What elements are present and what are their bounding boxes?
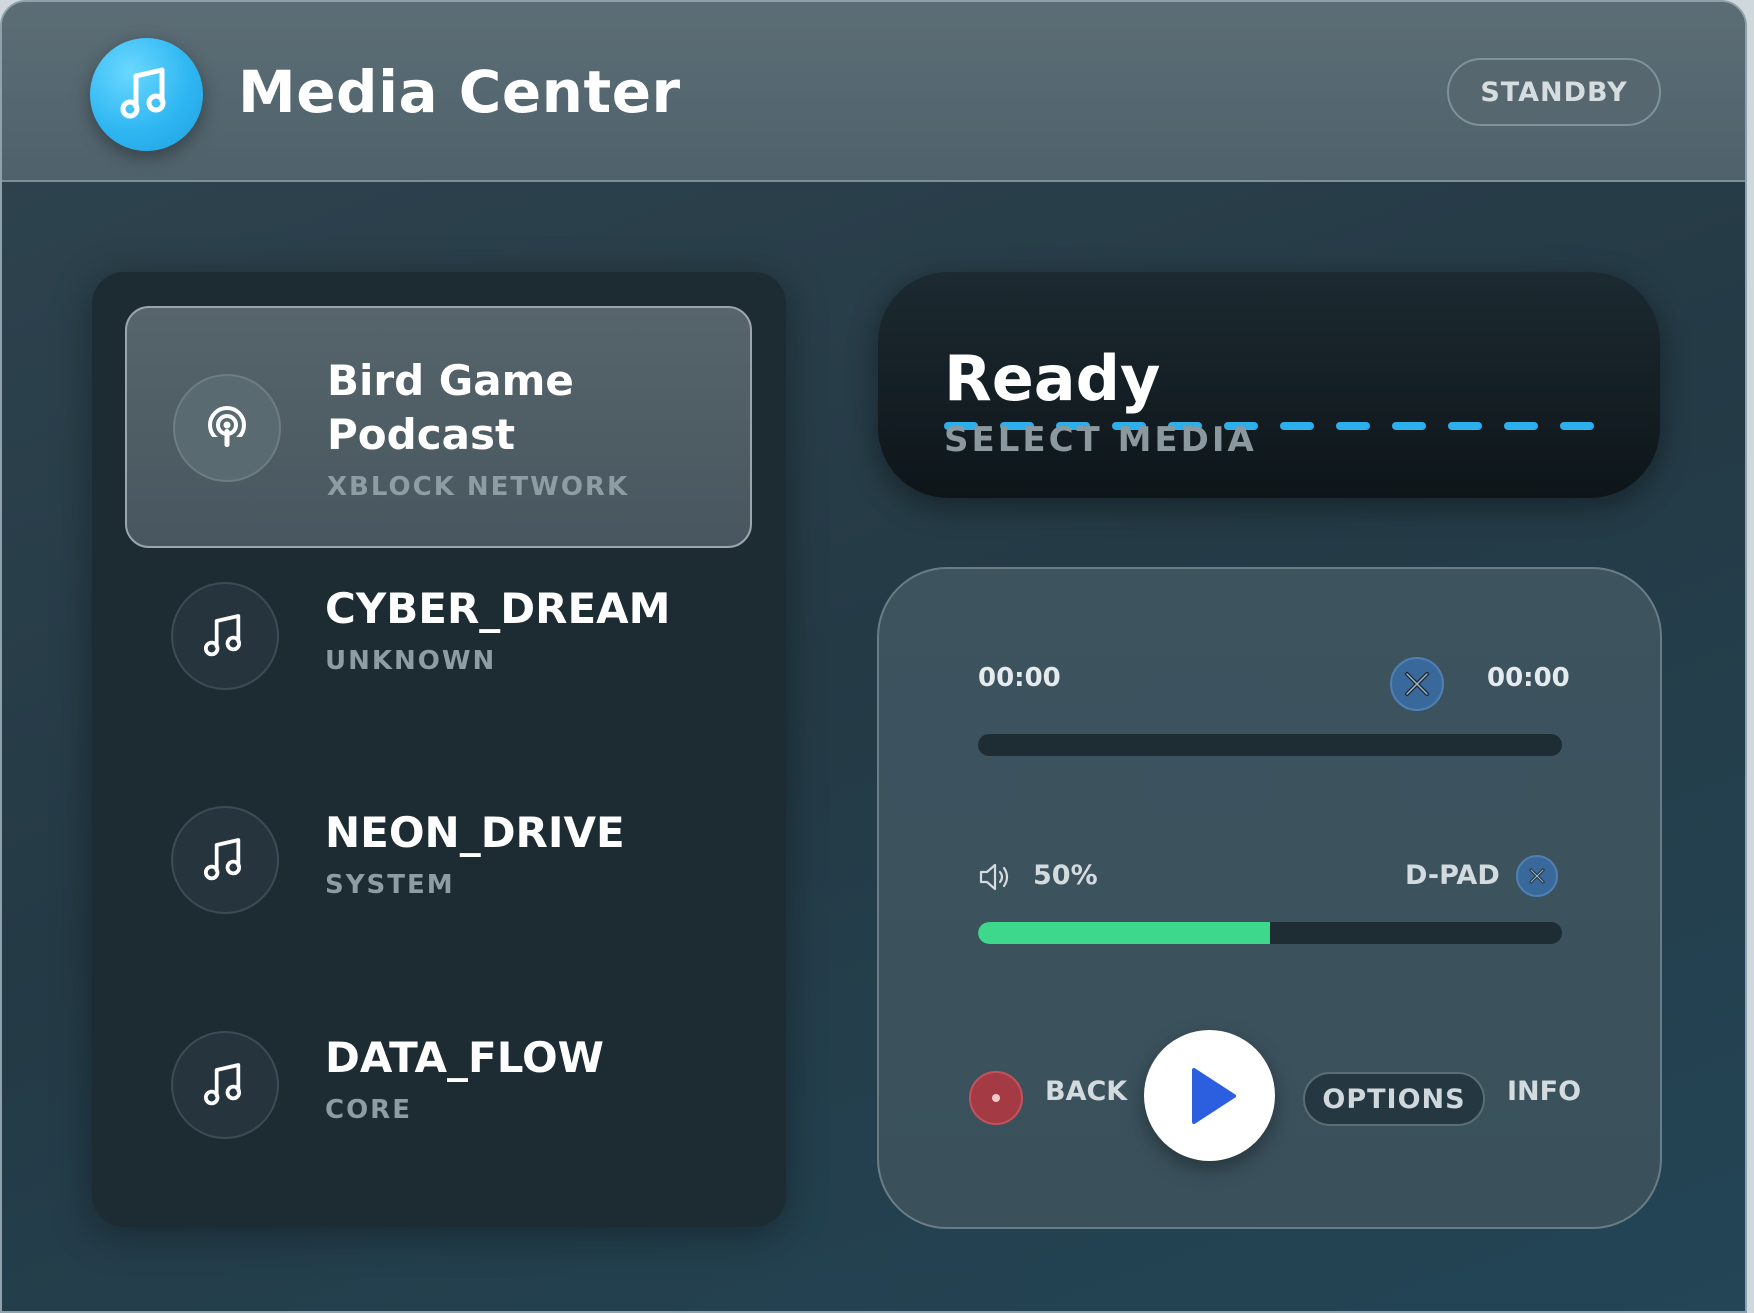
track-title: Bird Game Podcast <box>327 356 574 459</box>
close-button[interactable] <box>1390 657 1444 711</box>
header: Media Center STANDBY <box>2 2 1745 182</box>
record-button[interactable] <box>969 1071 1023 1125</box>
track-title: NEON_DRIVE <box>325 808 625 857</box>
track-title: CYBER_DREAM <box>325 584 671 633</box>
volume-value: 50% <box>1033 860 1098 891</box>
play-icon <box>1192 1068 1236 1124</box>
music-note-icon <box>120 67 166 119</box>
playlist-item[interactable]: Bird Game Podcast XBLOCK NETWORK <box>125 306 752 548</box>
playlist-item[interactable]: DATA_FLOW CORE <box>125 1031 752 1273</box>
options-button[interactable]: OPTIONS <box>1303 1072 1485 1126</box>
track-subtitle: XBLOCK NETWORK <box>327 472 630 502</box>
media-center-window: Media Center STANDBY Bird Game Podcast X… <box>0 0 1747 1313</box>
now-playing-display: Ready SELECT MEDIA <box>878 272 1660 498</box>
playlist-item[interactable]: NEON_DRIVE SYSTEM <box>125 806 752 1048</box>
close-icon <box>1529 868 1545 884</box>
standby-button[interactable]: STANDBY <box>1447 58 1661 126</box>
track-title: DATA_FLOW <box>325 1033 604 1082</box>
track-subtitle: UNKNOWN <box>325 646 497 676</box>
display-message: SELECT MEDIA <box>944 420 1257 460</box>
dpad-close-button[interactable] <box>1516 855 1558 897</box>
playlist-item[interactable]: CYBER_DREAM UNKNOWN <box>125 582 752 824</box>
music-note-icon <box>171 582 279 690</box>
volume-slider-fill <box>978 922 1270 944</box>
player-status: Ready <box>944 342 1161 415</box>
dpad-label: D-PAD <box>1405 860 1500 891</box>
track-subtitle: SYSTEM <box>325 870 455 900</box>
app-logo <box>90 38 203 151</box>
playlist-panel: Bird Game Podcast XBLOCK NETWORK CYBER_D… <box>92 272 786 1227</box>
volume-slider[interactable] <box>978 922 1562 944</box>
controls-panel: 00:00 00:00 50% D-PAD BACK OPTIONS INFO <box>877 567 1662 1229</box>
track-progress-bar[interactable] <box>978 734 1562 756</box>
close-icon <box>1405 672 1429 696</box>
info-button[interactable]: INFO <box>1507 1076 1581 1107</box>
track-subtitle: CORE <box>325 1095 412 1125</box>
music-note-icon <box>171 1031 279 1139</box>
app-title: Media Center <box>238 58 681 126</box>
music-note-icon <box>171 806 279 914</box>
volume-icon <box>979 863 1009 891</box>
time-elapsed: 00:00 <box>978 663 1061 693</box>
podcast-icon <box>173 374 281 482</box>
play-button[interactable] <box>1144 1030 1275 1161</box>
back-button[interactable]: BACK <box>1045 1076 1127 1107</box>
time-total: 00:00 <box>1487 663 1570 693</box>
